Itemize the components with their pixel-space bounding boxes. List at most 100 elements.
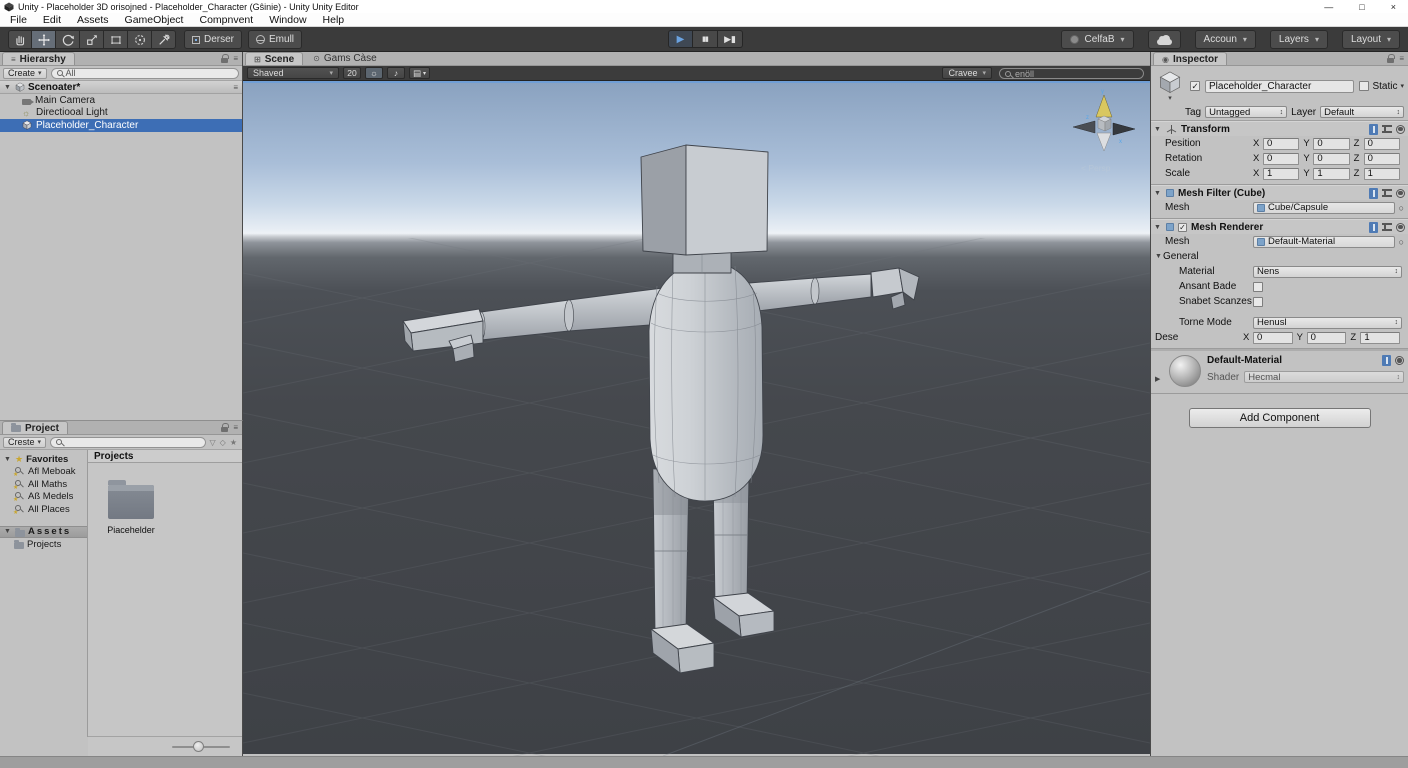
foldout-open-icon[interactable]: ▼ <box>1154 224 1162 231</box>
project-search-input[interactable] <box>50 437 205 448</box>
hierarchy-create-button[interactable]: Create ▾ <box>3 68 47 79</box>
scene-lighting-toggle[interactable]: ☼ <box>365 67 383 79</box>
icon-picker-arrow[interactable]: ▾ <box>1168 94 1172 102</box>
dese-x-field[interactable]: 0 <box>1253 332 1293 344</box>
menu-gameobject[interactable]: GameObject <box>125 14 184 26</box>
foldout-open-icon[interactable]: ▼ <box>4 456 12 463</box>
gear-icon[interactable] <box>1396 189 1405 198</box>
menu-component[interactable]: Compnvent <box>199 14 253 26</box>
mesh-filter-header[interactable]: ▼ Mesh Filter (Cube) <box>1151 185 1408 200</box>
placeholder-character-model[interactable] <box>403 145 919 673</box>
collab-dropdown[interactable]: CelfaB ▾ <box>1061 30 1134 49</box>
gizmo-y-cone[interactable] <box>1096 95 1112 117</box>
shading-mode-dropdown[interactable]: Shaved ▾ <box>247 67 339 79</box>
maximize-button[interactable]: □ <box>1359 2 1364 12</box>
search-by-label-icon[interactable]: ◇ <box>220 438 226 447</box>
add-component-button[interactable]: Add Component <box>1189 408 1371 428</box>
preset-icon[interactable] <box>1382 189 1392 197</box>
position-z-field[interactable]: 0 <box>1364 138 1400 150</box>
space-toggle-button[interactable]: Emull <box>248 30 302 49</box>
tab-scene[interactable]: ⊞ Scene <box>245 52 303 65</box>
menu-help[interactable]: Help <box>323 14 345 26</box>
position-x-field[interactable]: 0 <box>1263 138 1299 150</box>
favorite-item-all-models[interactable]: Afl Meboak <box>0 466 87 479</box>
lock-icon[interactable] <box>1387 58 1394 63</box>
scale-y-field[interactable]: 1 <box>1313 168 1349 180</box>
foldout-open-icon[interactable]: ▼ <box>4 528 12 535</box>
general-foldout-row[interactable]: ▼ General <box>1151 249 1408 264</box>
object-picker-icon[interactable]: ○ <box>1399 203 1404 213</box>
scene-viewport-3d[interactable]: y z x < Persp <box>243 81 1150 754</box>
book-icon[interactable] <box>1369 124 1378 135</box>
project-folder-thumbnail[interactable] <box>108 485 154 519</box>
scene-search-input[interactable]: enöll <box>999 68 1144 79</box>
preset-icon[interactable] <box>1382 223 1392 231</box>
position-y-field[interactable]: 0 <box>1313 138 1349 150</box>
favorite-item-all-prefabs[interactable]: All Places <box>0 503 87 516</box>
hierarchy-item-directional-light[interactable]: ☼ Directiooal Light <box>0 107 242 120</box>
gear-icon[interactable] <box>1396 223 1405 232</box>
tab-game[interactable]: ⊙ Gams Càse <box>305 52 385 65</box>
scale-x-field[interactable]: 1 <box>1263 168 1299 180</box>
torne-mode-dropdown[interactable]: Henusl ↕ <box>1253 317 1402 329</box>
foldout-open-icon[interactable]: ▼ <box>1154 126 1162 133</box>
dese-z-field[interactable]: 1 <box>1360 332 1400 344</box>
menu-assets[interactable]: Assets <box>77 14 109 26</box>
menu-edit[interactable]: Edit <box>43 14 61 26</box>
tab-hierarchy[interactable]: ≡ Hierarshy <box>2 52 75 65</box>
project-folder-label[interactable]: Piacehelder <box>88 525 174 535</box>
close-button[interactable]: × <box>1391 2 1396 12</box>
rotation-y-field[interactable]: 0 <box>1313 153 1349 165</box>
gizmo-persp-label[interactable]: < Persp <box>1081 163 1111 173</box>
menu-file[interactable]: File <box>10 14 27 26</box>
object-picker-icon[interactable]: ○ <box>1399 237 1404 247</box>
renderer-enabled-checkbox[interactable]: ✓ <box>1178 223 1187 232</box>
foldout-open-icon[interactable]: ▼ <box>1155 253 1163 260</box>
panel-menu-icon[interactable]: ≡ <box>233 423 238 432</box>
account-dropdown[interactable]: Accoun ▾ <box>1195 30 1256 49</box>
gear-icon[interactable] <box>1395 356 1404 365</box>
ansant-bade-checkbox[interactable] <box>1253 282 1263 292</box>
pause-button[interactable]: ▮▮ <box>693 30 718 48</box>
material-sphere-preview[interactable] <box>1169 355 1201 387</box>
play-button[interactable]: ▶ <box>668 30 693 48</box>
lock-icon[interactable] <box>221 58 228 63</box>
hierarchy-item-placeholder-character[interactable]: Placeholder_Character <box>0 119 242 132</box>
dese-y-field[interactable]: 0 <box>1307 332 1347 344</box>
gameobject-name-field[interactable] <box>1205 80 1354 93</box>
material-dropdown[interactable]: Nens ↕ <box>1253 266 1402 278</box>
zoom-slider-thumb[interactable] <box>193 741 204 752</box>
foldout-closed-icon[interactable]: ▶ <box>1155 375 1163 387</box>
scale-z-field[interactable]: 1 <box>1364 168 1400 180</box>
panel-menu-icon[interactable]: ≡ <box>233 54 238 63</box>
panel-menu-icon[interactable]: ≡ <box>1399 54 1404 63</box>
mesh-object-field[interactable]: Cube/Capsule <box>1253 202 1395 214</box>
tag-dropdown[interactable]: Untagged ↕ <box>1205 106 1287 118</box>
step-button[interactable]: ▶▮ <box>718 30 743 48</box>
hierarchy-scene-header[interactable]: ▼ Scenoater* ≡ <box>0 81 242 94</box>
saved-search-star-icon[interactable]: ★ <box>230 438 237 447</box>
assets-header[interactable]: ▼ Assets <box>0 526 87 539</box>
transform-header[interactable]: ▼ Transform <box>1151 121 1408 136</box>
hierarchy-search-input[interactable]: All <box>51 68 239 79</box>
scale-tool-button[interactable] <box>80 30 104 49</box>
favorite-item-all-materials[interactable]: All Maths <box>0 478 87 491</box>
layer-dropdown[interactable]: Default ↕ <box>1320 106 1404 118</box>
favorites-header[interactable]: ▼ ★ Favorites <box>0 453 87 466</box>
rect-tool-button[interactable] <box>104 30 128 49</box>
gizmos-dropdown[interactable]: Cravee ▾ <box>942 67 992 79</box>
favorite-item-all-models2[interactable]: Aß Medels <box>0 491 87 504</box>
gizmo-left-cone[interactable] <box>1073 121 1095 133</box>
snabet-scanzes-checkbox[interactable] <box>1253 297 1263 307</box>
foldout-open-icon[interactable]: ▼ <box>4 84 12 91</box>
minimize-button[interactable]: — <box>1324 2 1333 12</box>
active-checkbox[interactable]: ✓ <box>1190 81 1200 91</box>
hierarchy-item-main-camera[interactable]: Main Camera <box>0 94 242 107</box>
static-checkbox[interactable] <box>1359 81 1369 91</box>
2d-toggle-button[interactable]: 20 <box>343 67 361 79</box>
cloud-button[interactable] <box>1148 30 1181 49</box>
scene-gizmo[interactable]: y z x <box>1073 89 1135 151</box>
custom-tool-button[interactable] <box>152 30 176 49</box>
move-tool-button[interactable] <box>32 30 56 49</box>
menu-window[interactable]: Window <box>269 14 306 26</box>
